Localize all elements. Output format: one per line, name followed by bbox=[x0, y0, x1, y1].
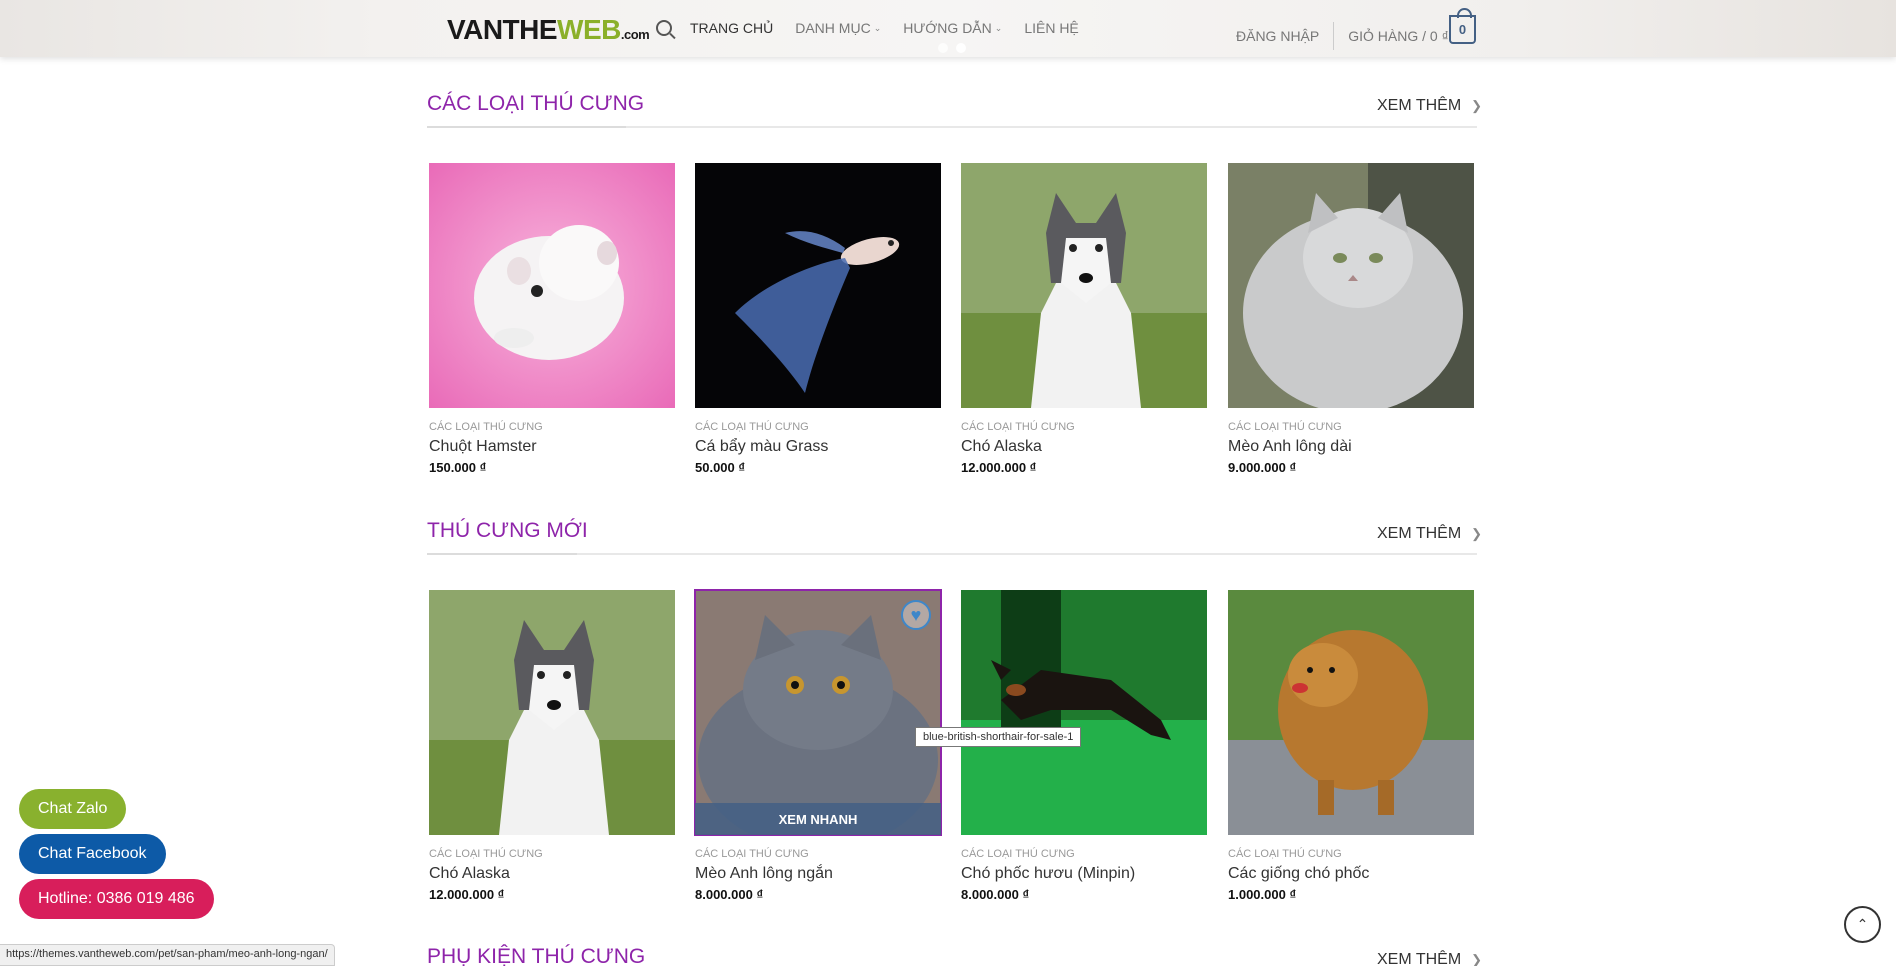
product-image-alaska[interactable] bbox=[429, 590, 675, 835]
chat-facebook-button[interactable]: Chat Facebook bbox=[19, 834, 166, 874]
nav-label: DANH MỤC bbox=[795, 20, 871, 36]
chevron-right-icon: ❯ bbox=[1471, 952, 1483, 966]
see-more-pets[interactable]: XEM THÊM ❯ bbox=[1377, 97, 1482, 115]
product-name[interactable]: Chuột Hamster bbox=[429, 438, 675, 456]
chat-zalo-button[interactable]: Chat Zalo bbox=[19, 789, 127, 829]
product-price: 9.000.000 ₫ bbox=[1228, 460, 1297, 475]
see-more-accessories[interactable]: XEM THÊM ❯ bbox=[1377, 951, 1482, 966]
back-to-top-icon[interactable]: ⌃ bbox=[1844, 906, 1881, 943]
logo-text-com: .com bbox=[620, 27, 650, 42]
product-price: 50.000 ₫ bbox=[695, 460, 746, 475]
nav-item-categories[interactable]: DANH MỤC ⌄ bbox=[795, 20, 881, 36]
product-image-hamster[interactable] bbox=[429, 163, 675, 408]
product-card[interactable]: CÁC LOẠI THÚ CƯNG Chó Alaska 12.000.000 … bbox=[429, 590, 675, 902]
product-image-minpin[interactable] bbox=[961, 590, 1207, 835]
logo-text: VANTHE bbox=[447, 14, 558, 45]
product-category[interactable]: CÁC LOẠI THÚ CƯNG bbox=[429, 421, 675, 433]
nav-item-guide[interactable]: HƯỚNG DẪN ⌄ bbox=[903, 20, 1002, 36]
product-image-pomeranian[interactable] bbox=[1228, 590, 1474, 835]
product-price: 12.000.000 ₫ bbox=[961, 460, 1037, 475]
product-category[interactable]: CÁC LOẠI THÚ CƯNG bbox=[695, 421, 941, 433]
product-name[interactable]: Mèo Anh lông ngắn bbox=[695, 865, 941, 883]
chevron-down-icon: ⌄ bbox=[873, 22, 882, 33]
slider-dot[interactable] bbox=[938, 43, 948, 53]
product-card[interactable]: CÁC LOẠI THÚ CƯNG Cá bẩy màu Grass 50.00… bbox=[695, 163, 941, 475]
product-name[interactable]: Các giống chó phốc bbox=[1228, 865, 1474, 883]
product-image-guppy[interactable] bbox=[695, 163, 941, 408]
product-price: 12.000.000 ₫ bbox=[429, 887, 505, 902]
hotline-button[interactable]: Hotline: 0386 019 486 bbox=[19, 879, 214, 919]
product-card[interactable]: CÁC LOẠI THÚ CƯNG Mèo Anh lông dài 9.000… bbox=[1228, 163, 1474, 475]
product-card[interactable]: ♥ XEM NHANH CÁC LOẠI THÚ CƯNG Mèo Anh lô… bbox=[694, 589, 942, 902]
nav-divider bbox=[1333, 22, 1335, 50]
main-nav: TRANG CHỦ DANH MỤC ⌄ HƯỚNG DẪN ⌄ LIÊN HỆ bbox=[656, 20, 1101, 36]
product-category[interactable]: CÁC LOẠI THÚ CƯNG bbox=[961, 421, 1207, 433]
browser-status-url: https://themes.vantheweb.com/pet/san-pha… bbox=[0, 944, 335, 966]
section-divider-accent bbox=[427, 126, 626, 128]
product-card[interactable]: CÁC LOẠI THÚ CƯNG Chuột Hamster 150.000 … bbox=[429, 163, 675, 475]
product-price: 8.000.000 ₫ bbox=[961, 887, 1030, 902]
login-link[interactable]: ĐĂNG NHẬP bbox=[1236, 28, 1319, 44]
slider-dot-active[interactable] bbox=[956, 43, 966, 53]
product-price: 8.000.000 ₫ bbox=[695, 887, 764, 902]
product-category[interactable]: CÁC LOẠI THÚ CƯNG bbox=[1228, 848, 1474, 860]
product-card[interactable]: CÁC LOẠI THÚ CƯNG Các giống chó phốc 1.0… bbox=[1228, 590, 1474, 902]
nav-label: LIÊN HỆ bbox=[1024, 20, 1079, 36]
product-price: 150.000 ₫ bbox=[429, 460, 487, 475]
see-more-label: XEM THÊM bbox=[1377, 525, 1462, 542]
section-title-pets: CÁC LOẠI THÚ CƯNG bbox=[427, 92, 645, 115]
chevron-right-icon: ❯ bbox=[1471, 526, 1483, 541]
see-more-label: XEM THÊM bbox=[1377, 97, 1462, 114]
nav-item-home[interactable]: TRANG CHỦ bbox=[690, 20, 773, 36]
product-card[interactable]: CÁC LOẠI THÚ CƯNG Chó Alaska 12.000.000 … bbox=[961, 163, 1207, 475]
nav-label: HƯỚNG DẪN bbox=[903, 20, 992, 36]
see-more-label: XEM THÊM bbox=[1377, 951, 1462, 966]
nav-item-contact[interactable]: LIÊN HỆ bbox=[1024, 20, 1078, 36]
product-image-alaska[interactable] bbox=[961, 163, 1207, 408]
product-name[interactable]: Cá bẩy màu Grass bbox=[695, 438, 941, 456]
section-title-accessories: PHỤ KIỆN THÚ CƯNG bbox=[427, 945, 646, 966]
slider-dots bbox=[938, 43, 966, 53]
chevron-right-icon: ❯ bbox=[1471, 98, 1483, 113]
cart-count: 0 bbox=[1458, 22, 1467, 37]
search-icon[interactable] bbox=[656, 20, 672, 36]
product-image-shorthair-cat[interactable]: ♥ XEM NHANH bbox=[694, 589, 942, 836]
product-name[interactable]: Mèo Anh lông dài bbox=[1228, 438, 1474, 456]
product-category[interactable]: CÁC LOẠI THÚ CƯNG bbox=[1228, 421, 1474, 433]
site-header: VANTHEWEB.com TRANG CHỦ DANH MỤC ⌄ HƯỚNG … bbox=[0, 0, 1896, 57]
section-divider-accent bbox=[427, 553, 577, 555]
product-category[interactable]: CÁC LOẠI THÚ CƯNG bbox=[429, 848, 675, 860]
product-price: 1.000.000 ₫ bbox=[1228, 887, 1297, 902]
quick-view-button[interactable]: XEM NHANH bbox=[695, 803, 941, 835]
product-category[interactable]: CÁC LOẠI THÚ CƯNG bbox=[695, 848, 941, 860]
product-name[interactable]: Chó Alaska bbox=[429, 865, 675, 883]
see-more-new-pets[interactable]: XEM THÊM ❯ bbox=[1377, 525, 1482, 543]
cart-link[interactable]: GIỎ HÀNG / 0 ₫ bbox=[1348, 28, 1449, 44]
product-image-longhair-cat[interactable] bbox=[1228, 163, 1474, 408]
section-divider bbox=[427, 126, 1477, 128]
product-name[interactable]: Chó phốc hươu (Minpin) bbox=[961, 865, 1207, 883]
chevron-down-icon: ⌄ bbox=[994, 22, 1003, 33]
product-category[interactable]: CÁC LOẠI THÚ CƯNG bbox=[961, 848, 1207, 860]
site-logo[interactable]: VANTHEWEB.com bbox=[447, 14, 650, 46]
account-nav: ĐĂNG NHẬP GIỎ HÀNG / 0 ₫ bbox=[1236, 22, 1449, 50]
nav-label: TRANG CHỦ bbox=[690, 20, 774, 36]
logo-text-accent: WEB bbox=[557, 14, 621, 45]
image-tooltip: blue-british-shorthair-for-sale-1 bbox=[915, 727, 1082, 747]
product-name[interactable]: Chó Alaska bbox=[961, 438, 1207, 456]
wishlist-heart-icon[interactable]: ♥ bbox=[901, 600, 931, 630]
section-divider bbox=[427, 553, 1477, 555]
cart-icon[interactable]: 0 bbox=[1449, 8, 1476, 44]
section-title-new-pets: THÚ CƯNG MỚI bbox=[427, 519, 588, 542]
